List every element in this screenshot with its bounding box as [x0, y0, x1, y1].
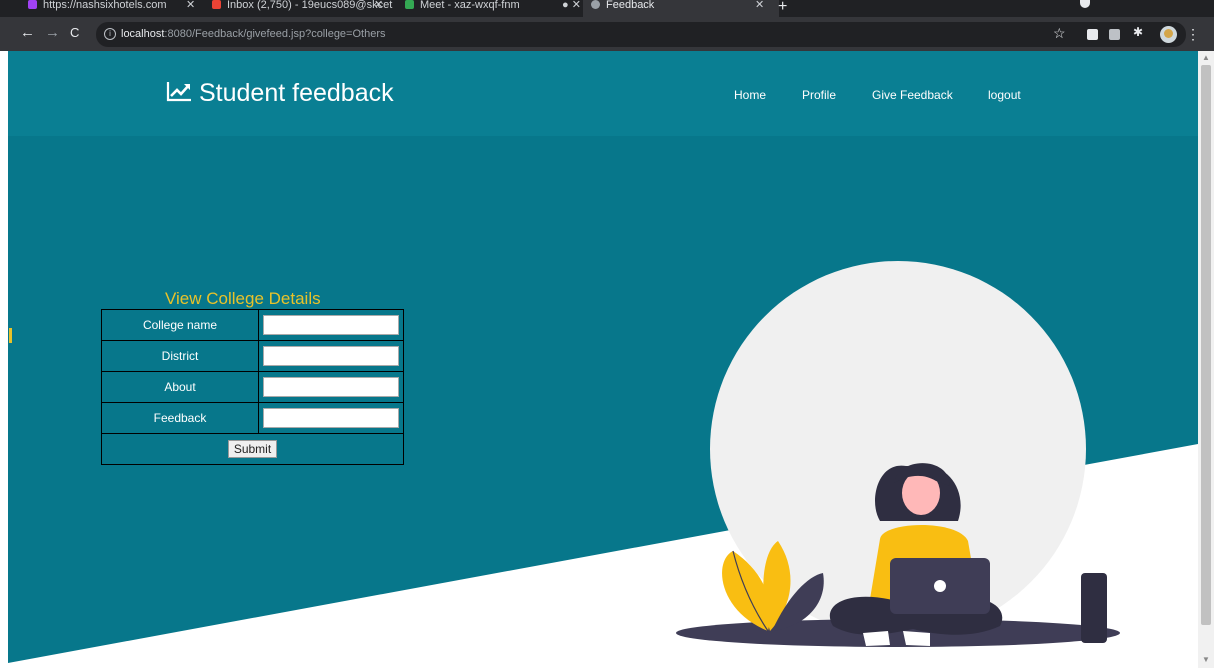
- college-name-input[interactable]: [263, 315, 399, 335]
- college-name-label: College name: [101, 309, 259, 341]
- page-marker: [9, 328, 12, 343]
- close-tab-icon[interactable]: ✕: [186, 0, 195, 11]
- new-tab-icon[interactable]: +: [778, 0, 787, 16]
- about-label: About: [101, 371, 259, 403]
- district-input[interactable]: [263, 346, 399, 366]
- submit-cell: Submit: [101, 433, 404, 465]
- site-header: Student feedback Home Profile Give Feedb…: [8, 51, 1198, 136]
- form-title: View College Details: [165, 289, 321, 308]
- nav-profile[interactable]: Profile: [802, 88, 836, 102]
- woman-laptop-illustration: [676, 261, 1120, 647]
- browser-toolbar: ← → C i localhost:8080/Feedback/givefeed…: [0, 17, 1214, 51]
- tab-search-icon[interactable]: [1080, 0, 1090, 8]
- submit-button[interactable]: Submit: [227, 440, 278, 458]
- gmail-icon: [212, 0, 221, 9]
- table-row: About: [101, 371, 404, 403]
- feedback-label: Feedback: [101, 402, 259, 434]
- scroll-up-icon[interactable]: ▲: [1202, 53, 1210, 62]
- laptop-icon: [890, 558, 990, 614]
- close-tab-icon[interactable]: ✕: [374, 0, 383, 11]
- nav-give-feedback[interactable]: Give Feedback: [872, 88, 953, 102]
- browser-tab-active[interactable]: Feedback ✕: [583, 0, 779, 17]
- district-label: District: [101, 340, 259, 372]
- table-row: College name: [101, 309, 404, 341]
- extension-icon[interactable]: [1087, 29, 1098, 40]
- kebab-menu-icon[interactable]: ⋮: [1186, 26, 1200, 43]
- brand[interactable]: Student feedback: [165, 79, 394, 110]
- college-name-cell: [258, 309, 404, 341]
- table-row: District: [101, 340, 404, 372]
- reload-icon[interactable]: C: [70, 25, 79, 41]
- page-viewport: Student feedback Home Profile Give Feedb…: [8, 51, 1198, 668]
- puzzle-icon[interactable]: ✱: [1133, 25, 1144, 39]
- scroll-thumb[interactable]: [1201, 65, 1211, 625]
- extension-icon[interactable]: [1109, 29, 1120, 40]
- avatar[interactable]: [1160, 26, 1177, 43]
- feedback-cell: [258, 402, 404, 434]
- district-cell: [258, 340, 404, 372]
- trending-up-icon: [165, 79, 193, 110]
- close-tab-icon[interactable]: ● ✕: [562, 0, 581, 11]
- scroll-down-icon[interactable]: ▼: [1202, 655, 1210, 664]
- nav-logout[interactable]: logout: [988, 88, 1021, 102]
- speaker-icon: [1081, 573, 1107, 643]
- globe-icon: [591, 0, 600, 9]
- tab-favicon-icon: [28, 0, 37, 9]
- forward-icon[interactable]: →: [45, 25, 60, 41]
- info-icon[interactable]: i: [104, 28, 116, 40]
- browser-tab-bar: https://nashsixhotels.com ✕ Inbox (2,750…: [0, 0, 1214, 17]
- college-details-table: College name District About Feedback Sub…: [101, 309, 404, 465]
- browser-tab[interactable]: Meet - xaz-wxqf-fnm ● ✕: [405, 0, 581, 17]
- table-row: Feedback: [101, 402, 404, 434]
- feedback-input[interactable]: [263, 408, 399, 428]
- nav-home[interactable]: Home: [734, 88, 766, 102]
- scrollbar[interactable]: ▲ ▼: [1198, 51, 1214, 668]
- browser-tab[interactable]: https://nashsixhotels.com ✕: [28, 0, 195, 17]
- browser-tab[interactable]: Inbox (2,750) - 19eucs089@skcet ✕: [212, 0, 392, 17]
- meet-icon: [405, 0, 414, 9]
- address-bar[interactable]: i localhost:8080/Feedback/givefeed.jsp?c…: [96, 22, 1200, 47]
- star-icon[interactable]: ☆: [1053, 25, 1066, 42]
- back-icon[interactable]: ←: [20, 25, 35, 41]
- close-tab-icon[interactable]: ✕: [755, 0, 764, 11]
- about-cell: [258, 371, 404, 403]
- about-input[interactable]: [263, 377, 399, 397]
- table-row: Submit: [101, 433, 404, 465]
- url-text: localhost:8080/Feedback/givefeed.jsp?col…: [121, 28, 386, 40]
